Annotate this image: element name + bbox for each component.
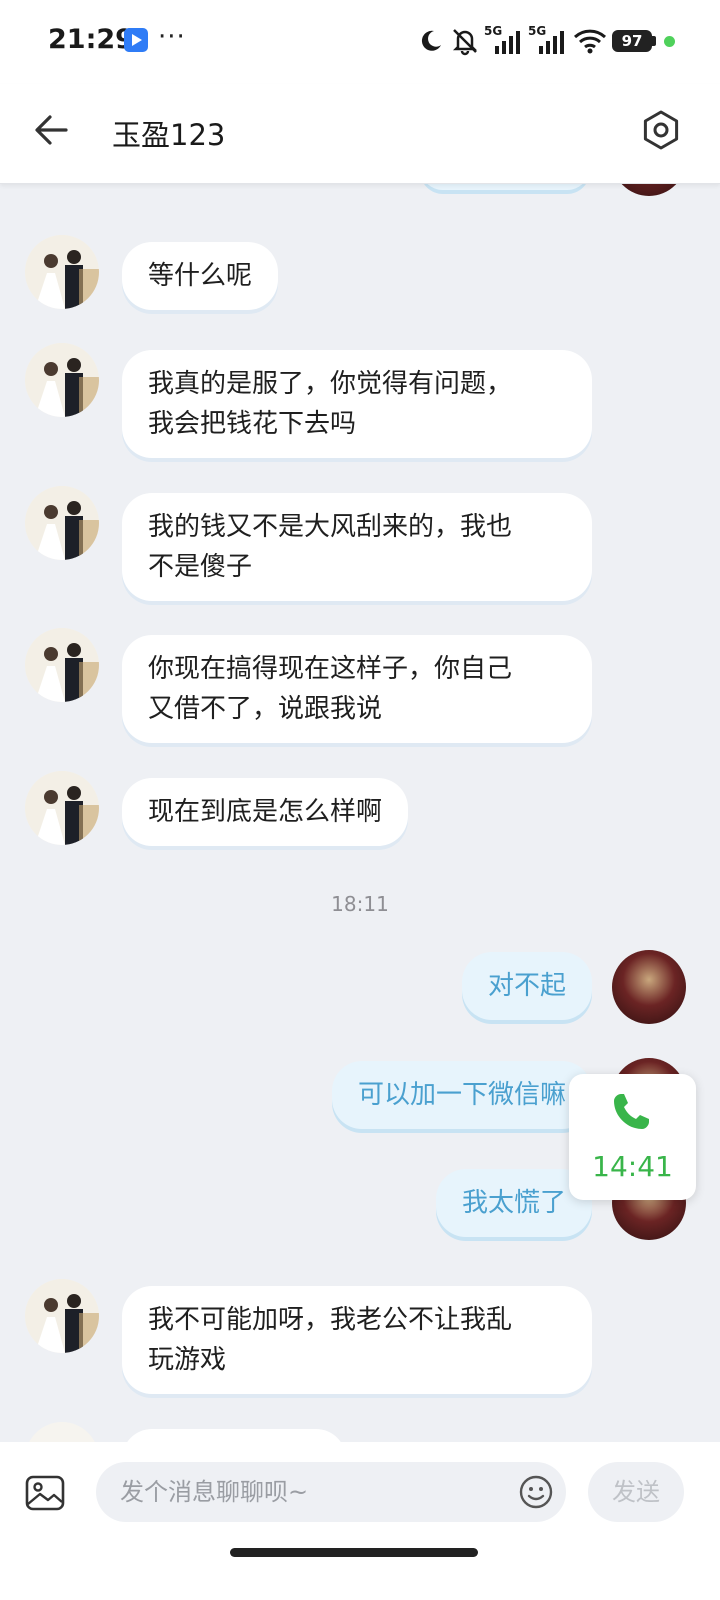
contact-avatar[interactable] [25,628,99,702]
time-divider: 18:11 [331,892,389,916]
mute-bell-icon [452,29,478,56]
more-notifications-icon: ··· [158,22,186,52]
contact-avatar[interactable] [25,486,99,560]
message-bubble-incoming[interactable]: 你现在搞得现在这样子，你自己 又借不了，说跟我说 [122,635,592,743]
ongoing-call-widget[interactable]: 14:41 [569,1074,696,1200]
battery-level: 97 [612,30,652,52]
contact-avatar[interactable] [25,343,99,417]
my-avatar-partial[interactable] [612,184,686,196]
message-bubble-incoming[interactable]: 现在到底是怎么样啊 [122,778,409,846]
charging-dot-icon [664,36,675,47]
message-bubble-outgoing[interactable]: 对不起 [461,952,592,1020]
phone-icon [614,1094,649,1129]
back-arrow-icon[interactable] [32,110,72,150]
chat-title: 玉盈123 [112,118,226,152]
signal-bars-icon [539,31,564,54]
message-bubble-incoming[interactable]: 我不可能加呀，我老公不让我乱 玩游戏 [122,1286,592,1394]
my-avatar[interactable] [612,950,686,1024]
message-bubble-incoming[interactable]: 等什么呢 [122,242,279,310]
do-not-disturb-moon-icon [421,30,441,51]
emoji-icon[interactable] [519,1475,553,1509]
contact-avatar[interactable] [25,771,99,845]
status-bar: 21:29 ··· 5G 5G 97 [0,0,720,84]
battery-icon [652,36,656,46]
call-duration: 14:41 [592,1150,673,1183]
contact-avatar[interactable] [25,1279,99,1353]
contact-avatar[interactable] [25,235,99,309]
wifi-icon [573,29,607,54]
message-bubble-partial[interactable] [420,184,590,190]
message-input-bar: 发个消息聊聊呗~ 发送 [0,1442,720,1600]
settings-hexagon-icon[interactable] [640,109,682,151]
message-input[interactable]: 发个消息聊聊呗~ [96,1462,566,1522]
image-icon[interactable] [24,1472,66,1514]
message-bubble-incoming[interactable]: 我的钱又不是大风刮来的，我也 不是傻子 [122,493,592,601]
message-bubble-incoming[interactable]: 我真的是服了，你觉得有问题， 我会把钱花下去吗 [122,350,592,458]
contact-avatar-partial[interactable] [25,1422,99,1442]
send-button[interactable]: 发送 [588,1462,684,1522]
status-time: 21:29 [48,24,134,55]
message-bubble-outgoing[interactable]: 可以加一下微信嘛 [331,1061,592,1129]
video-app-icon [124,28,148,52]
home-indicator[interactable] [230,1548,478,1557]
signal-bars-icon [495,31,520,54]
message-bubble-partial[interactable] [122,1429,346,1442]
chat-header: 玉盈123 [0,84,720,184]
message-list[interactable]: 等什么呢 我真的是服了，你觉得有问题， 我会把钱花下去吗 我的钱又不是大风刮来的… [0,184,720,1442]
